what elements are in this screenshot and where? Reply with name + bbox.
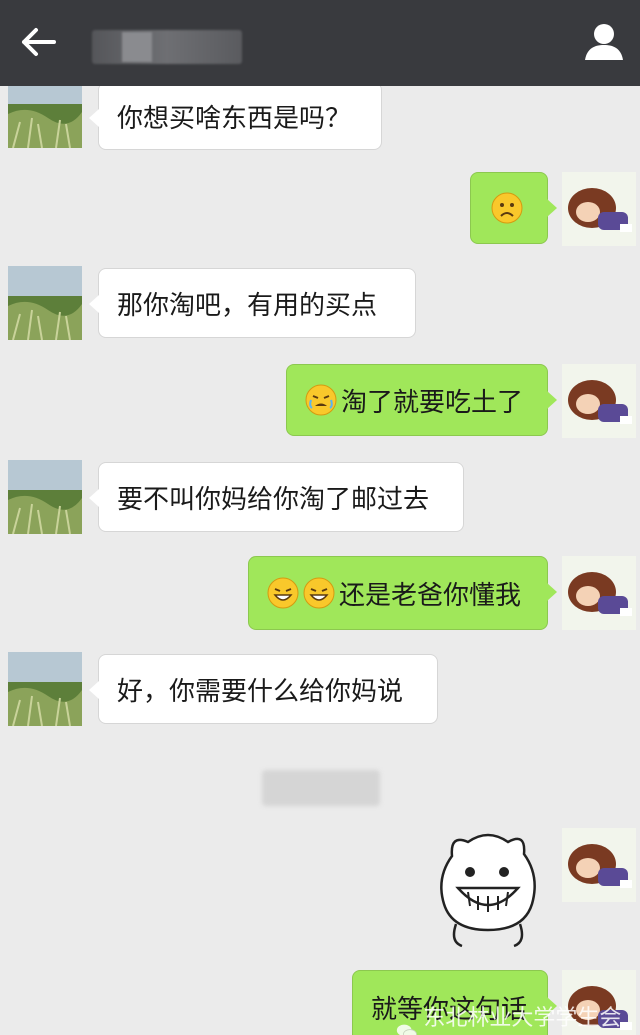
message-text: 那你淘吧，有用的买点 [117,290,378,321]
contact-name-blurred [92,30,242,64]
grin-emoji-icon [303,577,335,609]
contact-avatar[interactable] [8,86,82,148]
message-text: 好，你需要什么给你妈说 [117,676,404,707]
chat-area[interactable]: 你想买啥东西是吗？ 那你淘吧，有用的买点 淘了就要吃土了 要不叫你妈给你淘了邮过… [0,86,640,1035]
my-avatar[interactable] [562,828,636,902]
grinning-cartoon-sticker[interactable] [432,826,544,948]
message-text: 还是老爸你懂我 [339,580,522,611]
message-text: 你想买啥东西是吗？ [117,103,352,134]
message-bubble-incoming[interactable]: 那你淘吧，有用的买点 [89,268,416,338]
contact-avatar[interactable] [8,266,82,340]
frown-emoji-icon [491,192,523,224]
profile-button[interactable] [578,16,630,68]
my-avatar[interactable] [562,172,636,246]
message-bubble-incoming[interactable]: 好，你需要什么给你妈说 [89,654,438,724]
crying-emoji-icon [305,384,337,416]
contact-avatar[interactable] [8,652,82,726]
chat-header [0,0,640,86]
grin-emoji-icon [267,577,299,609]
message-text: 淘了就要吃土了 [341,387,524,418]
message-bubble-incoming[interactable]: 要不叫你妈给你淘了邮过去 [89,462,464,532]
message-text: 要不叫你妈给你淘了邮过去 [117,484,430,515]
contact-avatar[interactable] [8,460,82,534]
back-button[interactable] [14,20,62,64]
system-message-blurred [262,770,380,806]
message-bubble-outgoing[interactable]: 还是老爸你懂我 [248,556,557,630]
message-bubble-incoming[interactable]: 你想买啥东西是吗？ [89,86,382,150]
watermark-text: 东北林业大学学生会学习部 [423,1006,622,1031]
my-avatar[interactable] [562,556,636,630]
arrow-left-icon [22,28,56,56]
my-avatar[interactable] [562,364,636,438]
person-icon [585,24,623,60]
wechat-icon [396,1024,417,1035]
message-bubble-outgoing[interactable] [470,172,557,244]
watermark: 东北林业大学学生会学习部 [396,1000,640,1035]
message-bubble-outgoing[interactable]: 淘了就要吃土了 [286,364,557,436]
